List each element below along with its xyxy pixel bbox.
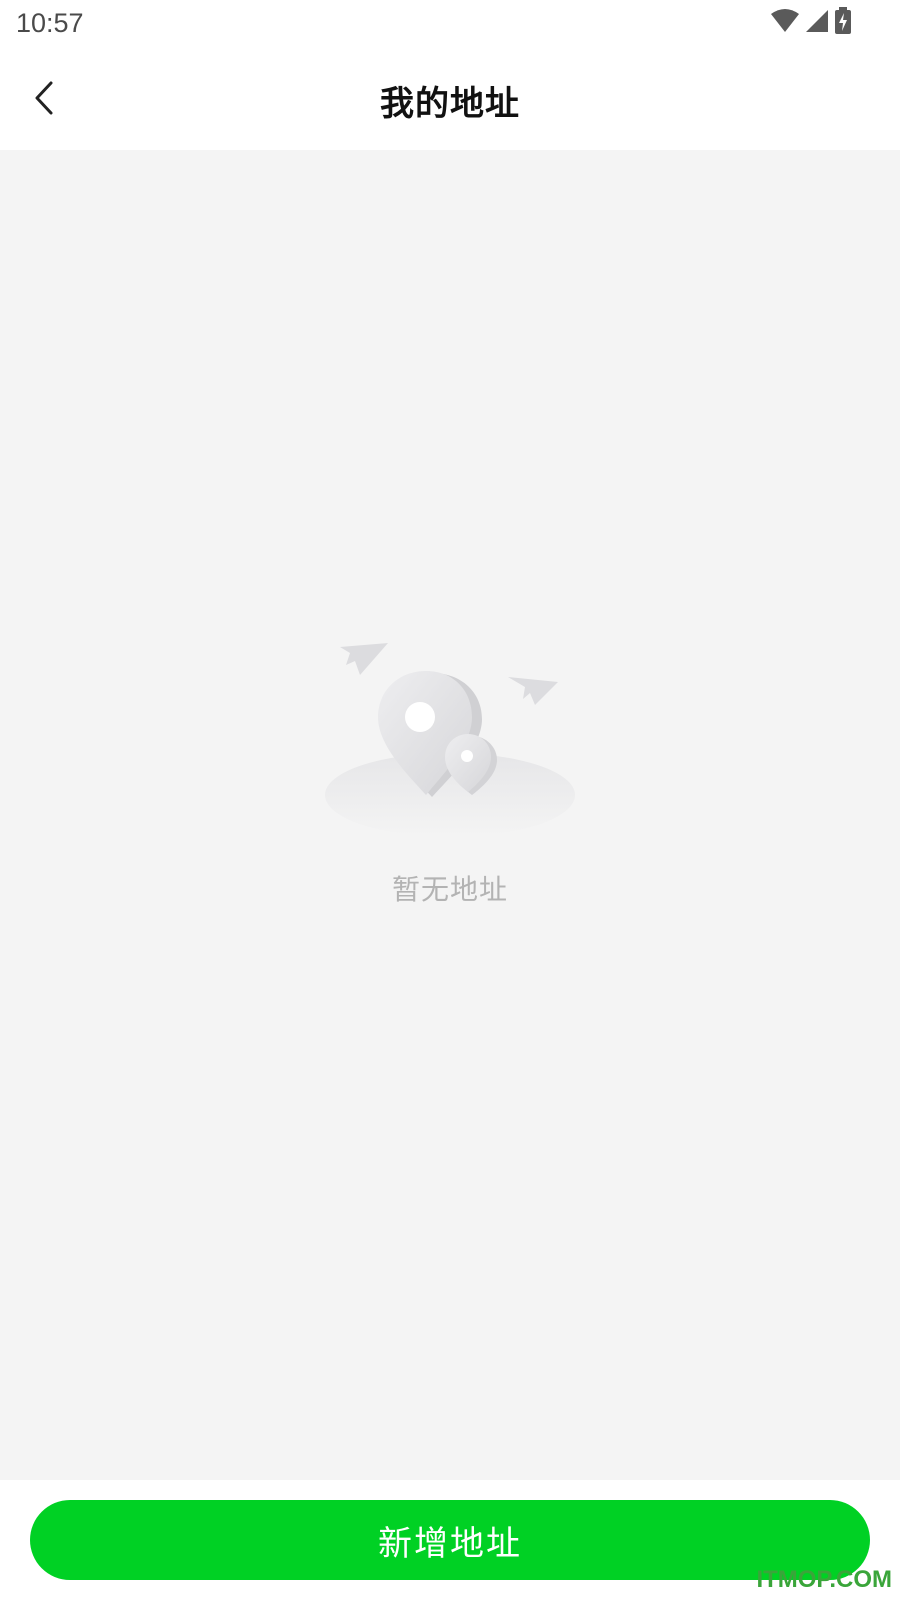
empty-address-illustration xyxy=(320,635,580,845)
battery-charging-icon xyxy=(834,7,852,39)
status-bar: 10:57 xyxy=(0,0,900,48)
address-list-empty: 暂无地址 xyxy=(0,150,900,1480)
empty-state-message: 暂无地址 xyxy=(391,873,508,906)
signal-icon xyxy=(804,8,830,38)
watermark: ITMOP.COM xyxy=(756,1566,892,1593)
status-time: 10:57 xyxy=(16,8,84,38)
app-header: 我的地址 xyxy=(0,48,900,150)
status-icons xyxy=(770,7,852,39)
page-title: 我的地址 xyxy=(380,84,520,124)
add-address-button[interactable]: 新增地址 xyxy=(30,1500,870,1580)
wifi-icon xyxy=(770,8,800,38)
